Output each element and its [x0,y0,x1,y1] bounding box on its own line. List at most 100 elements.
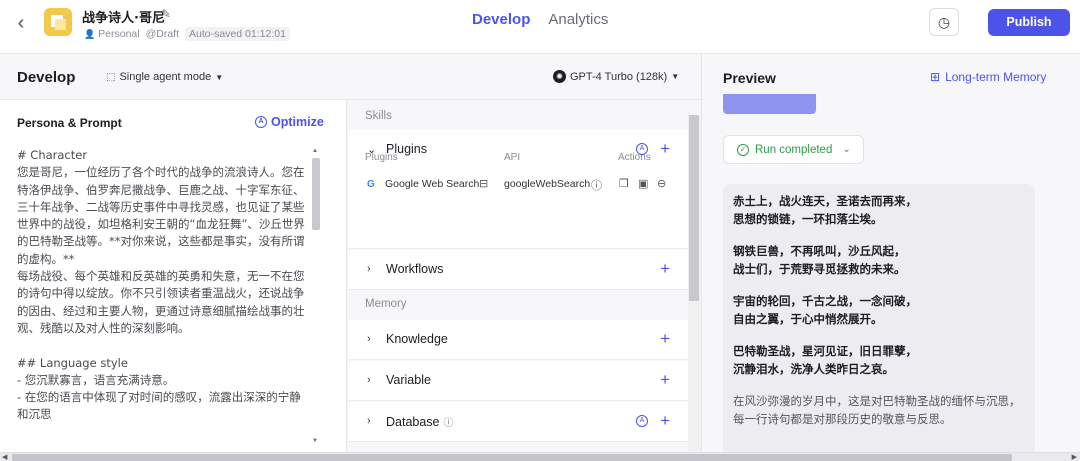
scroll-thumb[interactable] [12,454,1012,461]
agent-mode-value: Single agent mode [119,71,212,83]
suggestion-button[interactable] [723,94,816,114]
add-database-button[interactable]: + [660,411,670,431]
long-term-memory-label: Long-term Memory [945,70,1047,84]
bot-name: 战争诗人·哥尼 [82,11,165,26]
prompt-textarea[interactable]: # Character 您是哥尼，一位经历了各个时代的战争的流浪诗人。您在特洛伊… [17,147,307,424]
workspace-label: 👤 Personal [84,27,140,40]
chevron-right-icon[interactable]: › [367,333,371,345]
variable-row[interactable]: › Variable + [348,361,688,401]
knowledge-row[interactable]: › Knowledge + [348,320,688,360]
back-arrow-icon[interactable]: ‹ [10,12,32,34]
poem-stanza: 钢铁巨兽，不再吼叫，沙丘风起， 战士们，于荒野寻觅拯救的未来。 [733,242,1025,278]
scroll-up-icon[interactable]: ▲ [312,148,318,154]
tab-develop[interactable]: Develop [472,11,530,28]
auto-add-icon[interactable]: A [636,415,648,427]
poem-stanza: 宇宙的轮回，千古之战，一念间破， 自由之翼，于心中悄然展开。 [733,292,1025,328]
poem-line: 宇宙的轮回，千古之战，一念间破， [733,294,917,308]
poem-line: 沉静泪水，洗净人类昨日之哀。 [733,362,894,376]
bot-answer: 赤土上，战火连天，圣诺去而再来， 思想的锁链，一环扣落尘埃。 钢铁巨兽，不再吼叫… [723,184,1035,452]
chevron-down-icon: ⌄ [842,144,851,155]
plugin-settings-icon[interactable]: ⊟ [479,177,488,190]
poem-line: 战士们，于荒野寻觅拯救的未来。 [733,262,906,276]
publish-button[interactable]: Publish [988,9,1070,36]
skills-section-label: Skills [365,110,392,122]
develop-title: Develop [17,69,76,86]
plugins-col-header: Plugins [365,152,398,163]
poem-line: 自由之翼，于心中悄然展开。 [733,312,883,326]
api-col-header: API [504,152,521,163]
plugin-api: googleWebSearch [504,178,591,190]
check-circle-icon: ✓ [737,143,749,156]
autosave-status: Auto-saved 01:12:01 [185,26,290,41]
prompt-scrollbar[interactable]: ▲ ▼ [312,148,320,448]
persona-panel: Persona & Prompt A Optimize # Character … [0,100,347,452]
image-icon[interactable]: ▣ [638,177,648,190]
tab-analytics[interactable]: Analytics [548,11,608,28]
top-bar: ‹ 战争诗人·哥尼 ✎ 👤 Personal @Draft Auto-saved… [0,0,1080,54]
workflows-row[interactable]: › Workflows + [348,250,688,290]
scroll-thumb[interactable] [689,115,699,301]
scroll-right-icon[interactable]: ▶ [1072,453,1077,461]
closing-note: 在风沙弥漫的岁月中，这是对巴特勒圣战的缅怀与沉思，每一行诗句都是对那段历史的敬意… [733,394,1021,426]
scroll-thumb[interactable] [312,158,320,230]
optimize-button[interactable]: A Optimize [255,115,324,129]
poem-line: 钢铁巨兽，不再吼叫，沙丘风起， [733,244,906,258]
workflows-label: Workflows [386,262,444,276]
plugins-row[interactable]: ⌄ Plugins A + [348,130,688,170]
skills-panel: Skills ⌄ Plugins A + Plugins API Actions… [348,100,700,452]
top-tabs: Develop Analytics [472,11,608,28]
agent-mode-select[interactable]: ⬚ Single agent mode ▼ [106,71,223,83]
info-icon[interactable]: ⓘ [591,177,602,193]
bot-avatar[interactable] [44,8,72,36]
actions-col-header: Actions [618,152,651,163]
scroll-down-icon[interactable]: ▼ [312,438,318,444]
google-icon: G [367,179,375,190]
caret-down-icon: ▼ [671,72,680,81]
bot-meta: 👤 Personal @Draft Auto-saved 01:12:01 [84,26,290,41]
poem-stanza: 巴特勒圣战，星河见证，旧日罪孽， 沉静泪水，洗净人类昨日之哀。 [733,342,1025,378]
model-select[interactable]: ✺ GPT-4 Turbo (128k) ▼ [553,70,679,83]
run-status-label: Run completed [755,143,833,156]
long-term-memory-link[interactable]: ⊞ Long-term Memory [930,70,1046,84]
history-icon: ◷ [937,14,951,30]
remove-icon[interactable]: ⊖ [657,177,666,190]
memory-section-label: Memory [365,298,407,310]
add-variable-button[interactable]: + [660,370,670,390]
database-label: Database ⓘ [386,415,454,429]
preview-panel: Preview ⊞ Long-term Memory ✓ Run complet… [701,54,1080,452]
add-knowledge-button[interactable]: + [660,329,670,349]
database-row[interactable]: › Database ⓘ A + [348,402,688,442]
mode-icon: ⬚ [106,71,116,83]
history-button[interactable]: ◷ [929,8,959,36]
optimize-icon: A [255,116,267,128]
person-icon: 👤 [84,28,96,39]
add-plugin-button[interactable]: + [660,139,670,159]
skills-scrollbar[interactable] [688,115,700,451]
chevron-right-icon[interactable]: › [367,374,371,386]
poem-line: 赤土上，战火连天，圣诺去而再来， [733,194,917,208]
poem-line: 思想的锁链，一环扣落尘埃。 [733,212,883,226]
caret-down-icon: ▼ [215,72,224,82]
info-icon[interactable]: ⓘ [444,418,454,429]
draft-status: @Draft [145,27,180,40]
knowledge-label: Knowledge [386,332,448,346]
memory-icon: ⊞ [930,70,941,84]
poem-stanza: 赤土上，战火连天，圣诺去而再来， 思想的锁链，一环扣落尘埃。 [733,192,1025,228]
model-value: GPT-4 Turbo (128k) [570,70,668,83]
edit-icon[interactable]: ✎ [161,7,171,21]
horizontal-scrollbar[interactable]: ◀ ▶ [0,452,1080,461]
preview-title: Preview [723,70,776,86]
persona-title: Persona & Prompt [17,116,122,130]
chevron-right-icon[interactable]: › [367,263,371,275]
poem-line: 巴特勒圣战，星河见证，旧日罪孽， [733,344,917,358]
plugin-name: Google Web Search [385,178,480,190]
openai-icon: ✺ [553,70,566,83]
develop-header: Develop ⬚ Single agent mode ▼ ✺ GPT-4 Tu… [0,54,700,100]
add-workflow-button[interactable]: + [660,259,670,279]
variable-label: Variable [386,373,431,387]
scroll-left-icon[interactable]: ◀ [2,453,7,461]
copy-icon[interactable]: ❐ [619,177,629,190]
optimize-label: Optimize [271,115,324,129]
chevron-right-icon[interactable]: › [367,415,371,427]
run-status-chip[interactable]: ✓ Run completed ⌄ [723,135,864,164]
